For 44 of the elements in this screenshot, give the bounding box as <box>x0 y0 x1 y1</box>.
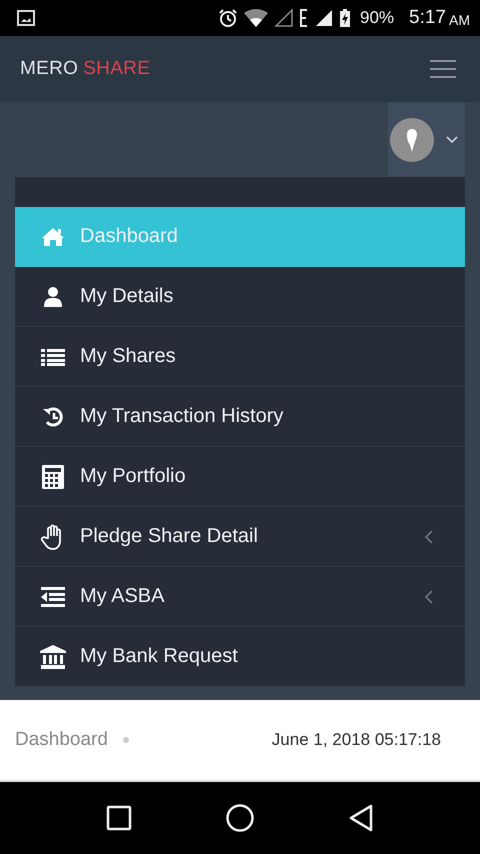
date-time-text: June 1, 2018 05:17:18 <box>272 730 441 750</box>
clock-meridiem: AM <box>449 12 470 28</box>
menu-item-label: Dashboard <box>80 225 179 248</box>
menu-item-label: My Transaction History <box>80 405 284 428</box>
user-icon <box>43 286 63 308</box>
signal-icon <box>274 8 294 28</box>
menu-item[interactable]: Pledge Share Detail <box>15 507 465 567</box>
breadcrumb-text: Dashboard <box>15 729 108 751</box>
menu-item-label: My Details <box>80 285 174 308</box>
bank-icon <box>40 644 66 668</box>
home-button-icon[interactable] <box>224 803 255 833</box>
logo-text: SHARE <box>83 58 150 80</box>
avatar-icon <box>390 118 434 162</box>
outdent-icon <box>41 586 65 606</box>
battery-charging-icon <box>338 8 351 28</box>
menu-item[interactable]: My Details <box>15 267 465 327</box>
menu-item[interactable]: My Portfolio <box>15 447 465 507</box>
signal-icon <box>314 8 334 28</box>
battery-percentage: 90% <box>360 8 394 28</box>
menu-item-label: Pledge Share Detail <box>80 525 259 548</box>
history-icon <box>42 406 64 426</box>
image-icon <box>17 9 35 27</box>
menu-item-label: My Shares <box>80 345 177 368</box>
clock-time: 5:17 <box>409 7 446 29</box>
user-menu-button[interactable] <box>388 102 465 177</box>
menu-item-label: My Portfolio <box>80 465 187 488</box>
chevron-down-icon <box>446 136 458 144</box>
menu-item-label: My ASBA <box>80 585 166 608</box>
menu-icon[interactable] <box>430 59 456 79</box>
menu-item[interactable]: My Transaction History <box>15 387 465 447</box>
separator-dot-icon <box>122 737 129 743</box>
menu-item[interactable]: My Shares <box>15 327 465 387</box>
menu-item[interactable]: My Bank Request <box>15 627 465 687</box>
logo-text: MERO <box>20 58 78 80</box>
home-icon <box>41 226 65 246</box>
list-icon <box>41 348 65 366</box>
wifi-icon <box>242 8 269 28</box>
recents-icon[interactable] <box>106 805 132 831</box>
menu-item-label: My Bank Request <box>80 645 239 668</box>
back-icon[interactable] <box>348 804 374 832</box>
menu-item[interactable]: My ASBA <box>15 567 465 627</box>
alarm-icon <box>218 8 238 28</box>
calculator-icon <box>42 464 64 488</box>
network-type-icon <box>298 8 309 28</box>
